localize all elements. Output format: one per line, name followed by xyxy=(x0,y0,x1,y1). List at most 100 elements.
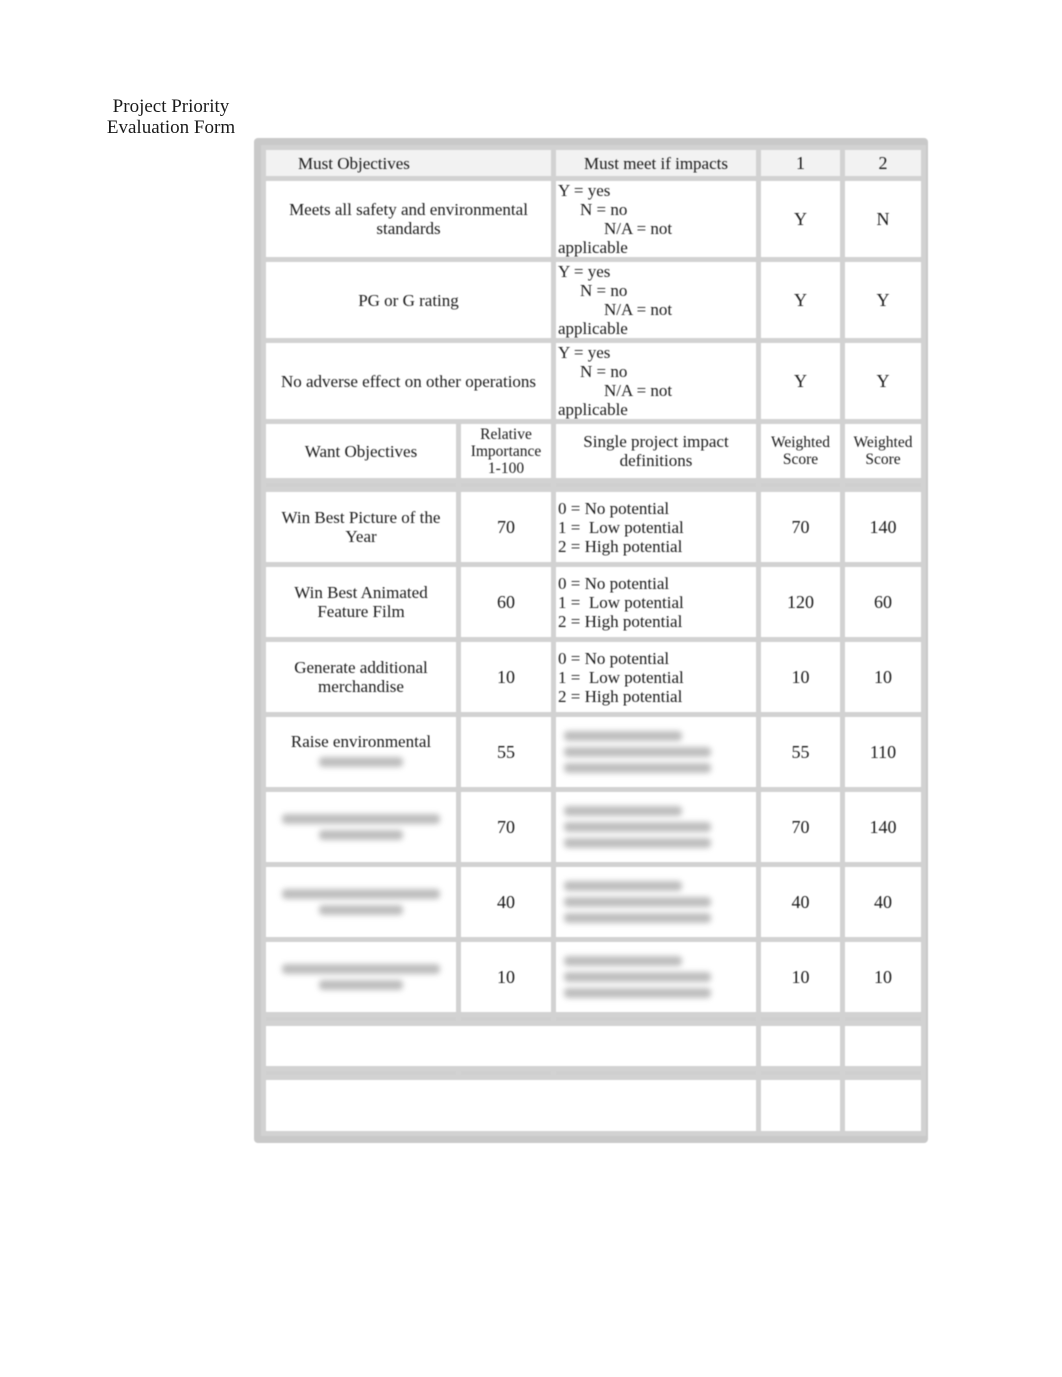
redacted-text xyxy=(319,905,403,915)
must-legend: Y = yes N = no N/A = not applicable xyxy=(551,338,761,424)
must-legend: Y = yes N = no N/A = not applicable xyxy=(551,257,761,343)
rank-1 xyxy=(756,1075,845,1136)
form-title-line1: Project Priority xyxy=(112,96,230,117)
must-row: No adverse effect on other operations Y … xyxy=(261,338,926,424)
want-objective xyxy=(261,937,461,1017)
relative-importance: 10 xyxy=(456,637,556,717)
weighted-score-1: 10 xyxy=(756,637,845,717)
redacted-text xyxy=(319,980,403,990)
weighted-score-1: 70 xyxy=(756,787,845,867)
weighted-score-1: 120 xyxy=(756,562,845,642)
must-legend: Y = yes N = no N/A = not applicable xyxy=(551,176,761,262)
want-objective: Win Best Picture of the Year xyxy=(261,487,461,567)
want-row: 10 10 10 xyxy=(261,937,926,1017)
form-title: Project Priority Evaluation Form xyxy=(96,96,246,138)
weighted-score-2: 140 xyxy=(840,787,926,867)
legend-no: N = no xyxy=(580,200,628,219)
want-objective: Raise environmental xyxy=(261,712,461,792)
relative-importance: 60 xyxy=(456,562,556,642)
impact-definitions xyxy=(551,937,761,1017)
legend-line: 0 = No potential xyxy=(558,648,670,668)
legend-na: N/A = not xyxy=(604,219,673,238)
legend-line: 2 = High potential xyxy=(558,611,683,631)
rank-label-cell xyxy=(261,1075,761,1136)
want-row: Win Best Picture of the Year 70 0 = No pot… xyxy=(261,487,926,567)
must-objectives-header: Must Objectives xyxy=(261,145,556,181)
project-2-value: N xyxy=(840,176,926,262)
legend-na: N/A = not xyxy=(604,381,673,400)
redacted-text xyxy=(564,747,711,757)
impact-definitions xyxy=(551,787,761,867)
weighted-score-2: 40 xyxy=(840,862,926,942)
weighted-score-1: 40 xyxy=(756,862,845,942)
redacted-text xyxy=(281,964,441,974)
legend-no: N = no xyxy=(580,281,628,300)
weighted-score-2: 10 xyxy=(840,637,926,717)
form-title-line2: Evaluation Form xyxy=(106,117,236,138)
weighted-score-1-header: Weighted Score xyxy=(756,419,845,483)
redacted-text xyxy=(564,988,711,998)
redacted-text xyxy=(564,897,711,907)
want-objectives-header: Want Objectives xyxy=(261,419,461,483)
rank-2 xyxy=(840,1075,926,1136)
redacted-text xyxy=(564,956,682,966)
legend-na: N/A = not xyxy=(604,300,673,319)
want-row: Generate additional merchandise 10 0 = No … xyxy=(261,637,926,717)
legend-na-cont: applicable xyxy=(558,238,628,257)
project-1-value: Y xyxy=(756,257,845,343)
impact-definitions xyxy=(551,712,761,792)
project-2-header: 2 xyxy=(840,145,926,181)
redacted-text xyxy=(564,881,682,891)
legend-na-cont: applicable xyxy=(558,319,628,338)
must-objective: No adverse effect on other operations xyxy=(261,338,556,424)
legend-line: 0 = No potential xyxy=(558,573,670,593)
relative-importance: 70 xyxy=(456,487,556,567)
impact-definitions xyxy=(551,862,761,942)
redacted-text xyxy=(564,763,711,773)
redacted-text xyxy=(564,972,711,982)
want-objective: Win Best Animated Feature Film xyxy=(261,562,461,642)
weighted-score-1: 70 xyxy=(756,487,845,567)
rank-row xyxy=(261,1075,926,1136)
want-row: Win Best Animated Feature Film 60 0 = No p… xyxy=(261,562,926,642)
project-1-header: 1 xyxy=(756,145,845,181)
legend-line: 2 = High potential xyxy=(558,686,683,706)
must-objective: PG or G rating xyxy=(261,257,556,343)
redacted-text xyxy=(564,806,682,816)
want-row: 70 70 140 xyxy=(261,787,926,867)
impact-definitions: 0 = No potential 1 = Low potential 2 = Hig… xyxy=(551,487,761,567)
section-divider xyxy=(261,1013,926,1025)
relative-importance: 10 xyxy=(456,937,556,1017)
must-row: Meets all safety and environmental stand… xyxy=(261,176,926,262)
redacted-text xyxy=(319,756,403,767)
weighted-score-1: 10 xyxy=(756,937,845,1017)
total-score-1 xyxy=(756,1021,845,1071)
must-header-row: Must Objectives Must meet if impacts 1 2 xyxy=(261,145,926,181)
relative-importance: 55 xyxy=(456,712,556,792)
project-2-value: Y xyxy=(840,257,926,343)
legend-na-cont: applicable xyxy=(558,400,628,419)
legend-line: 0 = No potential xyxy=(558,498,670,518)
redacted-text xyxy=(319,830,403,840)
impact-definitions: 0 = No potential 1 = Low potential 2 = Hig… xyxy=(551,562,761,642)
section-divider xyxy=(261,1067,926,1079)
legend-line: 1 = Low potential xyxy=(558,667,684,687)
impact-definitions: 0 = No potential 1 = Low potential 2 = Hig… xyxy=(551,637,761,717)
section-divider xyxy=(261,479,926,491)
want-objective-text: Win Best Picture of the Year xyxy=(281,508,441,546)
must-row: PG or G rating Y = yes N = no N/A = not … xyxy=(261,257,926,343)
legend-yes: Y = yes xyxy=(558,262,611,281)
weighted-score-2: 110 xyxy=(840,712,926,792)
must-impacts-header: Must meet if impacts xyxy=(551,145,761,181)
legend-line: 2 = High potential xyxy=(558,536,683,556)
project-2-value: Y xyxy=(840,338,926,424)
redacted-text xyxy=(281,889,441,899)
project-1-value: Y xyxy=(756,176,845,262)
weighted-score-2: 10 xyxy=(840,937,926,1017)
weighted-score-2-header: Weighted Score xyxy=(840,419,926,483)
want-objective-text: Generate additional merchandise xyxy=(294,658,428,696)
want-objective-text: Raise environmental xyxy=(290,731,432,751)
legend-line: 1 = Low potential xyxy=(558,592,684,612)
want-row: Raise environmental 55 55 110 xyxy=(261,712,926,792)
legend-yes: Y = yes xyxy=(558,181,611,200)
